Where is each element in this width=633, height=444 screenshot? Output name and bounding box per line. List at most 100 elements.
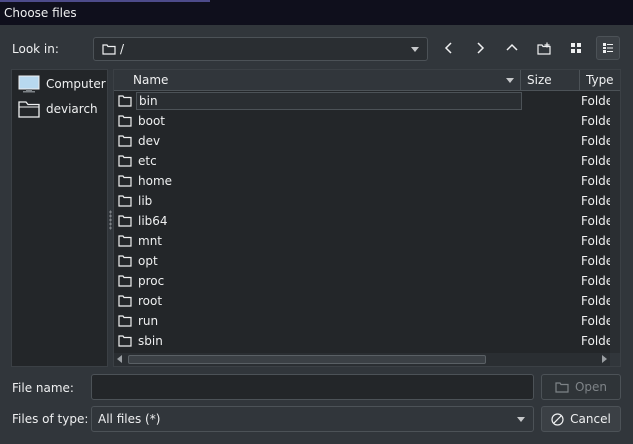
table-row[interactable]: root Folder	[114, 291, 610, 311]
folder-icon	[18, 101, 40, 118]
scroll-left-icon	[117, 355, 122, 363]
table-row[interactable]: boot Folder	[114, 111, 610, 131]
table-row[interactable]: dev Folder	[114, 131, 610, 151]
chevron-down-icon	[411, 47, 419, 52]
splitter-handle[interactable]	[109, 210, 112, 230]
table-row[interactable]: proc Folder	[114, 271, 610, 291]
files-of-type-combo[interactable]: All files (*)	[91, 406, 534, 432]
file-type-cell: Folder	[581, 94, 610, 108]
folder-icon	[118, 274, 132, 290]
sidebar-item-computer[interactable]: Computer	[18, 72, 106, 96]
horizontal-scrollbar[interactable]	[114, 353, 610, 366]
file-name-cell: lib64	[138, 214, 168, 228]
file-type-cell: Folder	[581, 334, 610, 348]
column-header-type[interactable]: Type	[579, 70, 620, 91]
back-button[interactable]	[437, 36, 461, 60]
file-name-cell: sbin	[138, 334, 163, 348]
file-name-cell: boot	[138, 114, 166, 128]
vertical-scrollbar[interactable]	[610, 91, 620, 353]
places-sidebar: Computer deviarch	[11, 69, 108, 367]
table-row[interactable]: opt Folder	[114, 251, 610, 271]
folder-icon	[118, 154, 132, 170]
window-title: Choose files	[4, 6, 77, 20]
sidebar-item-label: deviarch	[46, 102, 98, 116]
file-type-cell: Folder	[581, 194, 610, 208]
file-name-cell: root	[138, 294, 163, 308]
look-in-path: /	[120, 42, 125, 56]
files-of-type-value: All files (*)	[98, 412, 161, 426]
cancel-icon	[551, 412, 564, 426]
table-row[interactable]: mnt Folder	[114, 231, 610, 251]
folder-icon	[118, 194, 132, 210]
folder-icon	[118, 294, 132, 310]
computer-icon	[18, 75, 40, 93]
scrollbar-corner	[610, 353, 620, 366]
forward-button[interactable]	[468, 36, 492, 60]
sort-indicator-icon	[506, 78, 514, 83]
column-header-size[interactable]: Size	[520, 70, 579, 91]
file-name-cell: etc	[138, 154, 157, 168]
detail-view-button[interactable]	[596, 36, 620, 60]
file-type-cell: Folder	[581, 294, 610, 308]
file-type-cell: Folder	[581, 154, 610, 168]
look-in-combo[interactable]: /	[93, 37, 428, 61]
column-header-name[interactable]: Name	[114, 70, 520, 91]
folder-icon	[118, 174, 132, 190]
open-button[interactable]: Open	[541, 374, 621, 400]
new-folder-button[interactable]	[532, 36, 556, 60]
files-of-type-label: Files of type:	[12, 412, 89, 426]
file-type-cell: Folder	[581, 274, 610, 288]
folder-icon	[118, 94, 132, 110]
chevron-down-icon	[517, 417, 525, 422]
table-row[interactable]: home Folder	[114, 171, 610, 191]
title-bar: Choose files	[0, 0, 633, 25]
horizontal-scrollbar-thumb[interactable]	[128, 355, 486, 364]
cancel-button-label: Cancel	[570, 412, 611, 426]
look-in-label: Look in:	[12, 42, 59, 56]
file-type-cell: Folder	[581, 174, 610, 188]
folder-icon	[118, 334, 132, 350]
table-row[interactable]: sbin Folder	[114, 331, 610, 351]
table-row[interactable]: lib64 Folder	[114, 211, 610, 231]
scroll-right-icon	[602, 355, 607, 363]
file-type-cell: Folder	[581, 314, 610, 328]
file-name-input[interactable]	[91, 374, 534, 400]
file-type-cell: Folder	[581, 214, 610, 228]
file-name-cell: dev	[138, 134, 161, 148]
file-rows: binFolderbootFolderdevFolderetcFolderhom…	[114, 91, 610, 353]
table-row[interactable]: lib Folder	[114, 191, 610, 211]
title-accent	[0, 0, 210, 2]
detail-view-icon	[603, 43, 613, 53]
cancel-button[interactable]: Cancel	[541, 406, 621, 432]
table-row[interactable]: bin Folder	[114, 91, 610, 111]
table-row[interactable]: etc Folder	[114, 151, 610, 171]
column-header-label: Name	[133, 73, 169, 87]
back-icon	[444, 42, 452, 54]
file-list-view: Name Size Type bin Folder boot Folder dev Fol…	[113, 69, 621, 367]
sidebar-item-label: Computer	[46, 77, 106, 91]
column-header-label: Type	[586, 73, 614, 87]
file-name-cell: home	[138, 174, 173, 188]
folder-icon	[118, 214, 132, 230]
open-button-label: Open	[574, 380, 608, 394]
sidebar-item-deviarch[interactable]: deviarch	[18, 97, 98, 121]
file-type-cell: Folder	[581, 234, 610, 248]
folder-icon	[118, 114, 132, 130]
folder-icon	[118, 314, 132, 330]
up-icon	[506, 43, 518, 51]
icon-view-button[interactable]	[564, 36, 588, 60]
folder-icon	[102, 43, 116, 58]
new-folder-icon	[537, 42, 551, 55]
file-name-cell: run	[138, 314, 159, 328]
up-button[interactable]	[500, 36, 524, 60]
icon-view-icon	[571, 43, 581, 53]
file-type-cell: Folder	[581, 114, 610, 128]
file-type-cell: Folder	[581, 254, 610, 268]
file-name-cell: mnt	[138, 234, 162, 248]
column-header-label: Size	[527, 73, 552, 87]
file-name-label: File name:	[12, 381, 74, 395]
open-folder-icon	[555, 382, 569, 393]
table-row[interactable]: run Folder	[114, 311, 610, 331]
file-name-cell: lib	[138, 194, 153, 208]
folder-icon	[118, 134, 132, 150]
